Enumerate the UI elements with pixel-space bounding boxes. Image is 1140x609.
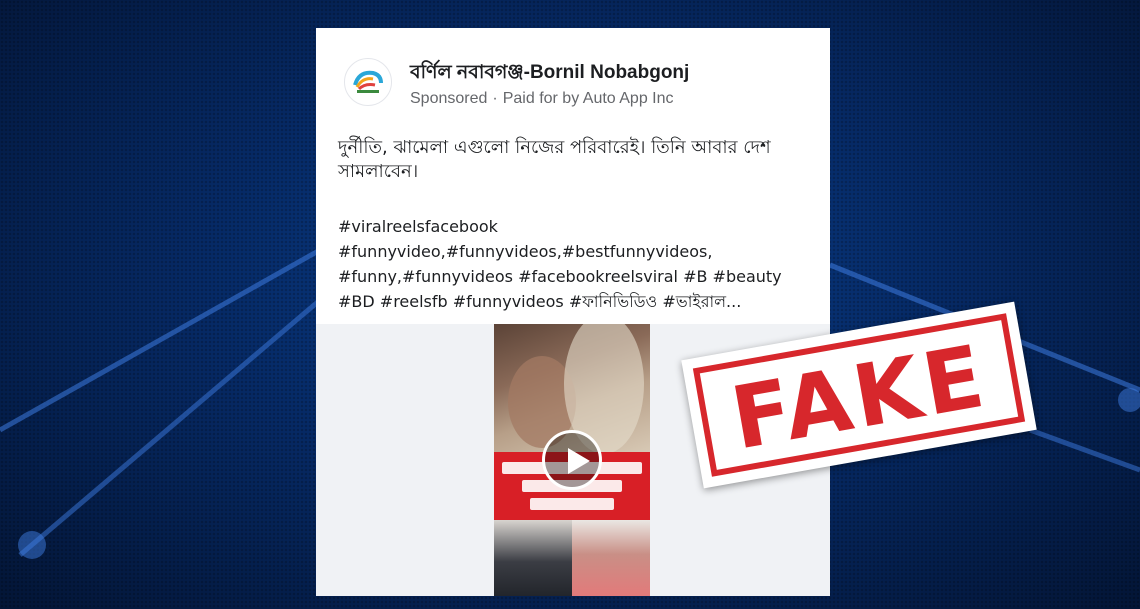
meta-separator: · bbox=[492, 90, 498, 107]
sponsored-label[interactable]: Sponsored bbox=[410, 90, 487, 107]
video-thumbnail-man bbox=[494, 520, 572, 596]
post-meta: Sponsored · Paid for by Auto App Inc bbox=[410, 90, 674, 108]
paid-for-by-label: Paid for by Auto App Inc bbox=[502, 90, 674, 107]
post-header: বর্ণিল নবাবগঞ্জ-Bornil Nobabgonj Sponsor… bbox=[332, 44, 814, 114]
facebook-post-card: বর্ণিল নবাবগঞ্জ-Bornil Nobabgonj Sponsor… bbox=[316, 28, 830, 596]
play-button[interactable] bbox=[542, 430, 602, 490]
hashtag-line[interactable]: #funnyvideo,#funnyvideos,#bestfunnyvideo… bbox=[338, 239, 818, 264]
video-thumbnail-woman bbox=[572, 520, 650, 596]
play-icon bbox=[568, 448, 590, 474]
hashtag-line[interactable]: #funny,#funnyvideos #facebookreelsviral … bbox=[338, 264, 818, 289]
hashtag-line[interactable]: #BD #reelsfb #funnyvideos #ফানিভিডিও #ভা… bbox=[338, 289, 818, 314]
post-body-text: দুর্নীতি, ঝামেলা এগুলো নিজের পরিবারেই। ত… bbox=[338, 137, 771, 182]
post-hashtags: #viralreelsfacebook #funnyvideo,#funnyvi… bbox=[338, 214, 818, 314]
page-avatar[interactable] bbox=[344, 58, 392, 106]
video-thumbnail[interactable] bbox=[494, 324, 650, 596]
page-logo-icon bbox=[353, 70, 383, 93]
hashtag-line[interactable]: #viralreelsfacebook bbox=[338, 214, 818, 239]
page-name[interactable]: বর্ণিল নবাবগঞ্জ-Bornil Nobabgonj bbox=[410, 58, 689, 90]
